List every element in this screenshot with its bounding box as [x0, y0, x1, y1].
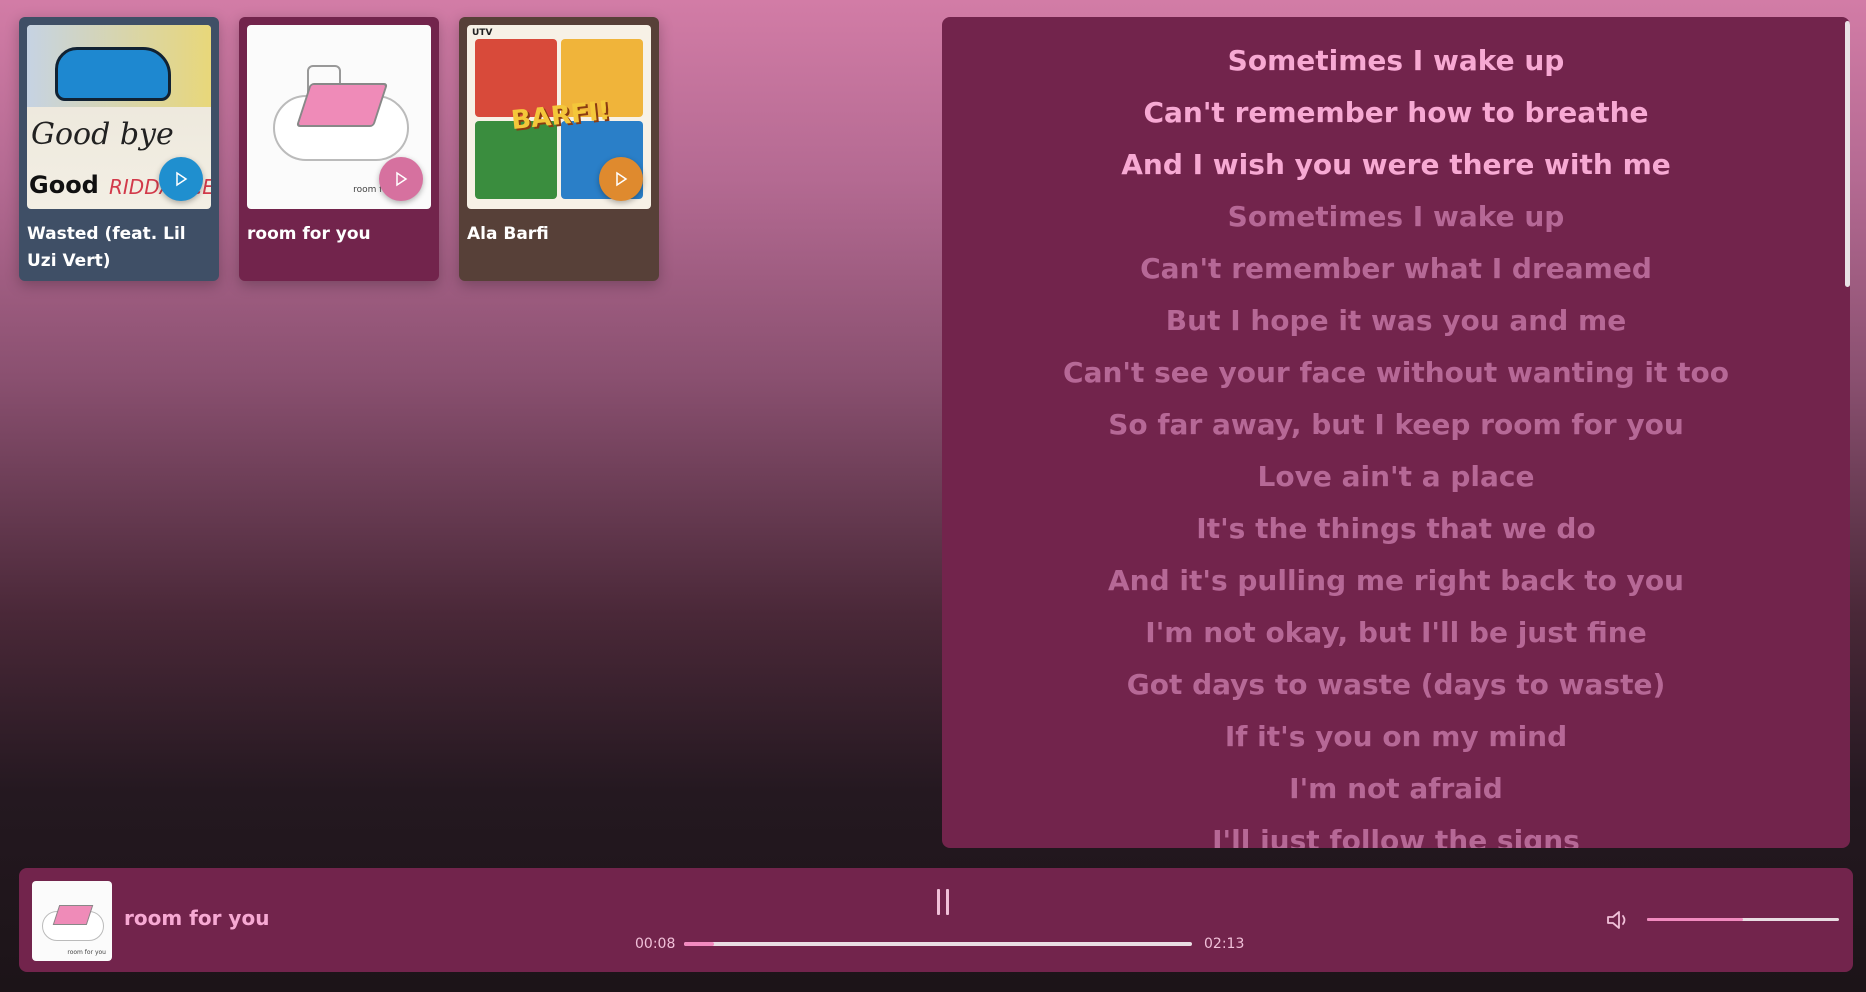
pause-button[interactable]	[929, 889, 957, 923]
pause-icon	[946, 889, 949, 915]
lyric-line[interactable]: Love ain't a place	[942, 451, 1850, 503]
play-button[interactable]	[379, 157, 423, 201]
art-text: Good bye	[31, 117, 174, 152]
song-title: room for you	[247, 224, 371, 244]
song-card[interactable]: Good bye Good RIDDANCE Wasted (feat. Lil…	[19, 17, 219, 281]
volume-fill	[1647, 918, 1743, 921]
lyric-line[interactable]: It's the things that we do	[942, 503, 1850, 555]
lyrics-list: Sometimes I wake up Can't remember how to…	[942, 17, 1850, 848]
lyric-line[interactable]: I'm not afraid	[942, 763, 1850, 815]
lyric-line[interactable]: I'm not okay, but I'll be just fine	[942, 607, 1850, 659]
song-card-list: Good bye Good RIDDANCE Wasted (feat. Lil…	[19, 17, 659, 281]
art-text: Good	[29, 171, 99, 199]
play-icon	[176, 171, 188, 187]
song-title: Wasted (feat. Lil Uzi Vert)	[27, 224, 186, 271]
lyric-line[interactable]: Can't remember how to breathe	[942, 87, 1850, 139]
lyric-line[interactable]: But I hope it was you and me	[942, 295, 1850, 347]
art-text: UTV	[472, 28, 493, 38]
play-icon	[616, 171, 628, 187]
lyric-line[interactable]: Got days to waste (days to waste)	[942, 659, 1850, 711]
car-illustration	[55, 47, 171, 101]
now-playing-title: room for you	[124, 906, 270, 930]
lyrics-scrollbar[interactable]	[1845, 21, 1850, 287]
song-title: Ala Barfi	[467, 224, 549, 244]
lyric-line[interactable]: Sometimes I wake up	[942, 191, 1850, 243]
lyric-line[interactable]: And I wish you were there with me	[942, 139, 1850, 191]
progress-fill	[684, 942, 715, 946]
song-card[interactable]: UTV BARFI! Ala Barfi	[459, 17, 659, 281]
now-playing-thumbnail: room for you	[32, 881, 112, 961]
song-card[interactable]: room for you room for you	[239, 17, 439, 281]
play-button[interactable]	[599, 157, 643, 201]
lyric-line[interactable]: If it's you on my mind	[942, 711, 1850, 763]
volume-slider[interactable]	[1647, 918, 1839, 921]
play-icon	[396, 171, 408, 187]
pause-icon	[937, 889, 940, 915]
album-art: UTV BARFI!	[467, 25, 651, 209]
play-button[interactable]	[159, 157, 203, 201]
lyric-line[interactable]: And it's pulling me right back to you	[942, 555, 1850, 607]
lyric-line[interactable]: Can't remember what I dreamed	[942, 243, 1850, 295]
lyric-line[interactable]: Can't see your face without wanting it t…	[942, 347, 1850, 399]
volume-icon[interactable]	[1605, 908, 1631, 932]
album-art: Good bye Good RIDDANCE	[27, 25, 211, 209]
art-text: room for you	[67, 949, 106, 956]
lyrics-panel[interactable]: Sometimes I wake up Can't remember how to…	[942, 17, 1850, 848]
lyric-line[interactable]: Sometimes I wake up	[942, 35, 1850, 87]
album-art: room for you	[247, 25, 431, 209]
lyric-line[interactable]: I'll just follow the signs	[942, 815, 1850, 848]
progress-bar[interactable]	[684, 942, 1192, 946]
lyric-line[interactable]: So far away, but I keep room for you	[942, 399, 1850, 451]
bed-illustration	[295, 83, 389, 127]
player-bar: room for you room for you 00:08 02:13	[19, 868, 1853, 972]
current-time: 00:08	[635, 936, 676, 952]
total-time: 02:13	[1204, 936, 1245, 952]
